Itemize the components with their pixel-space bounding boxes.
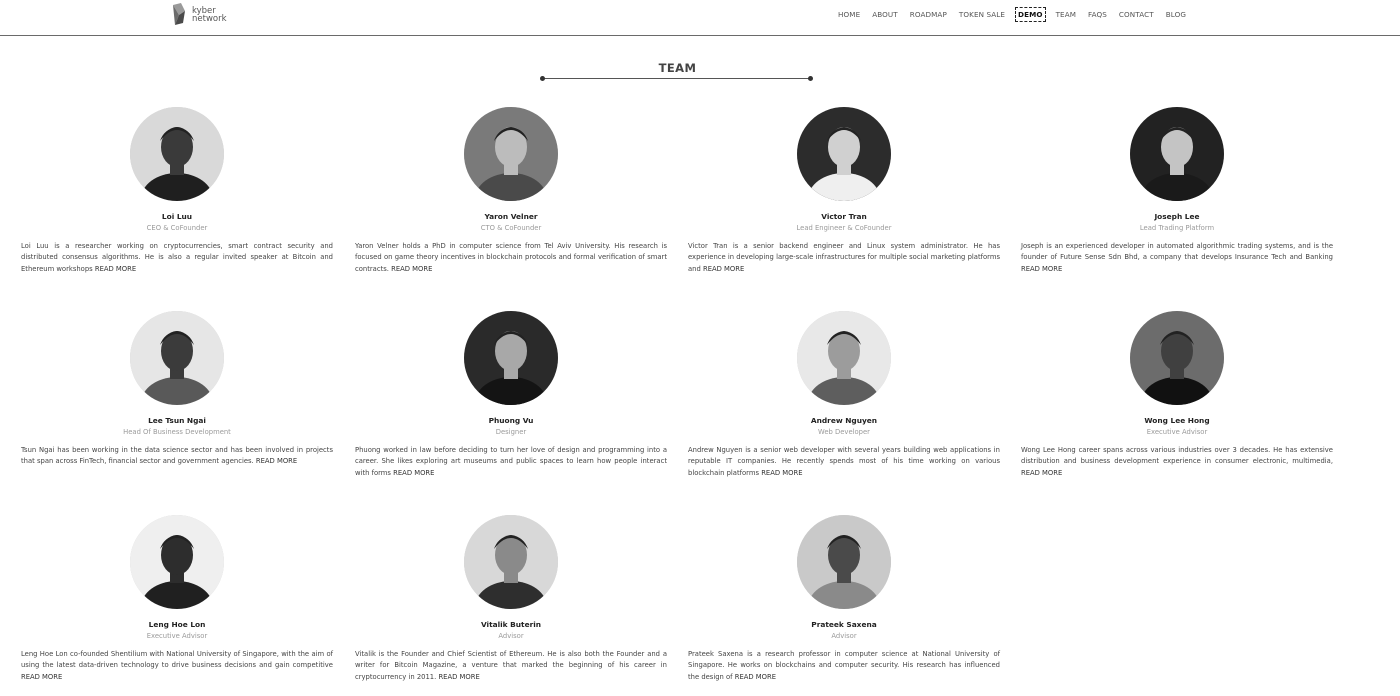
member-bio: Prateek Saxena is a research professor i… [688,649,1000,683]
read-more-link[interactable]: READ MORE [393,469,434,477]
top-navigation-bar: kyber network HOME ABOUT ROADMAP TOKEN S… [0,0,1400,36]
member-photo [464,515,558,609]
member-photo [130,107,224,201]
member-role: Web Developer [818,428,870,436]
member-bio-text: Joseph is an experienced developer in au… [1021,242,1333,262]
member-bio: Loi Luu is a researcher working on crypt… [21,241,333,275]
member-name: Loi Luu [161,212,193,221]
member-name: Wong Lee Hong [1144,416,1210,425]
member-name: Yaron Velner [484,212,538,221]
member-bio: Andrew Nguyen is a senior web developer … [688,445,1000,479]
member-name: Phuong Vu [488,416,534,425]
member-name: Victor Tran [821,212,867,221]
kyber-network-logo[interactable]: kyber network [171,2,227,28]
member-photo [797,311,891,405]
member-name: Vitalik Buterin [480,620,542,629]
member-bio: Vitalik is the Founder and Chief Scienti… [355,649,667,683]
member-bio: Phuong worked in law before deciding to … [355,445,667,479]
member-name: Andrew Nguyen [810,416,878,425]
member-photo [130,515,224,609]
nav-token-sale[interactable]: TOKEN SALE [957,7,1007,22]
read-more-link[interactable]: READ MORE [256,457,297,465]
member-photo [1130,311,1224,405]
nav-blog[interactable]: BLOG [1164,7,1188,22]
nav-roadmap[interactable]: ROADMAP [908,7,949,22]
logo-text-line-2: network [192,14,227,24]
nav-home[interactable]: HOME [836,7,862,22]
read-more-link[interactable]: READ MORE [438,673,479,681]
member-role: Head Of Business Development [123,428,231,436]
read-more-link[interactable]: READ MORE [391,265,432,273]
member-bio-text: Wong Lee Hong career spans across variou… [1021,446,1333,466]
member-bio-text: Vitalik is the Founder and Chief Scienti… [355,650,667,681]
member-role: Designer [495,428,527,436]
member-bio: Leng Hoe Lon co-founded Shentilium with … [21,649,333,683]
member-photo [464,311,558,405]
read-more-link[interactable]: READ MORE [1021,469,1062,477]
member-bio-text: Leng Hoe Lon co-founded Shentilium with … [21,650,333,670]
member-bio: Victor Tran is a senior backend engineer… [688,241,1000,275]
member-role: Advisor [831,632,857,640]
read-more-link[interactable]: READ MORE [703,265,744,273]
member-bio: Joseph is an experienced developer in au… [1021,241,1333,275]
member-role: Lead Engineer & CoFounder [796,224,892,232]
member-role: Lead Trading Platform [1139,224,1215,232]
nav-faqs[interactable]: FAQS [1086,7,1109,22]
member-photo [1130,107,1224,201]
nav-team[interactable]: TEAM [1054,7,1078,22]
read-more-link[interactable]: READ MORE [21,673,62,681]
member-name: Prateek Saxena [811,620,877,629]
member-role: Executive Advisor [1146,428,1208,436]
section-title: TEAM [658,61,697,75]
kyber-logo-icon [173,3,185,25]
member-bio-text: Andrew Nguyen is a senior web developer … [688,446,1000,477]
member-role: Executive Advisor [146,632,208,640]
member-role: Advisor [498,632,524,640]
divider-dot-right [808,76,813,81]
member-bio-text: Loi Luu is a researcher working on crypt… [21,242,333,273]
member-name: Leng Hoe Lon [148,620,206,629]
member-bio: Yaron Velner holds a PhD in computer sci… [355,241,667,275]
nav-contact[interactable]: CONTACT [1117,7,1156,22]
member-photo [797,107,891,201]
member-role: CEO & CoFounder [146,224,208,232]
member-role: CTO & CoFounder [480,224,542,232]
nav-demo[interactable]: DEMO [1015,7,1046,22]
member-photo [130,311,224,405]
title-divider [543,78,811,79]
member-photo [797,515,891,609]
logo-wordmark: kyber network [192,6,227,24]
read-more-link[interactable]: READ MORE [761,469,802,477]
read-more-link[interactable]: READ MORE [1021,265,1062,273]
member-bio: Wong Lee Hong career spans across variou… [1021,445,1333,479]
read-more-link[interactable]: READ MORE [95,265,136,273]
divider-dot-left [540,76,545,81]
member-bio: Tsun Ngai has been working in the data s… [21,445,333,468]
main-nav: HOME ABOUT ROADMAP TOKEN SALE DEMO TEAM … [836,7,1196,22]
member-name: Joseph Lee [1154,212,1200,221]
read-more-link[interactable]: READ MORE [735,673,776,681]
member-photo [464,107,558,201]
nav-about[interactable]: ABOUT [870,7,900,22]
member-name: Lee Tsun Ngai [148,416,206,425]
